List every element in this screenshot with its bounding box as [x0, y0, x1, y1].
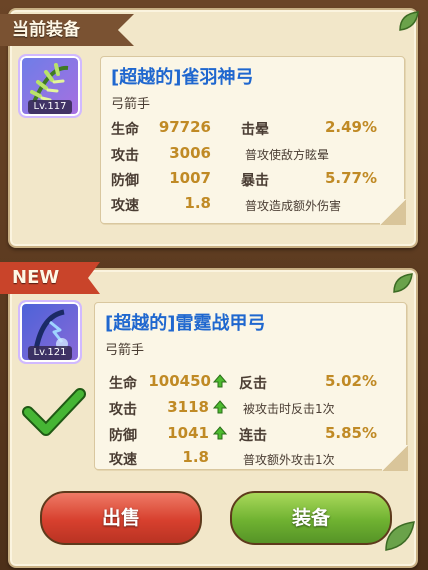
- stat-label-speed: 攻速: [109, 452, 137, 468]
- effect-desc-counter: 被攻击时反击1次: [243, 402, 335, 416]
- page-curl: [380, 199, 406, 225]
- new-equipment-ribbon: NEW: [0, 262, 100, 294]
- stat-value-hp: 100450: [148, 372, 211, 390]
- new-item-class: 弓箭手: [105, 343, 145, 358]
- effect-value-stun: 2.49%: [324, 118, 377, 136]
- stat-label-defense: 防御: [111, 173, 139, 189]
- sell-button[interactable]: 出售: [40, 491, 202, 545]
- effect-value-combo: 5.85%: [324, 424, 377, 442]
- stat-value-hp: 97726: [158, 118, 211, 136]
- effect-value-counter: 5.02%: [324, 372, 377, 390]
- effect-value-crit: 5.77%: [324, 169, 377, 187]
- checkmark-icon: [22, 388, 86, 436]
- effect-label-crit: 暴击: [241, 173, 269, 189]
- stat-label-hp: 生命: [109, 376, 137, 392]
- stat-value-speed: 1.8: [184, 194, 211, 212]
- stat-label-hp: 生命: [111, 122, 139, 138]
- new-item-icon[interactable]: Lv.121: [18, 300, 82, 364]
- current-item-name: [超越的]雀羽神弓: [111, 67, 254, 88]
- effect-label-combo: 连击: [239, 428, 267, 444]
- new-item-name: [超越的]雷霆战甲弓: [105, 313, 266, 334]
- stat-value-defense: 1007: [169, 169, 211, 187]
- current-item-card: [超越的]雀羽神弓 弓箭手 生命 97726 攻击 3006 防御 1007 攻…: [100, 56, 406, 225]
- stat-label-speed: 攻速: [111, 198, 139, 214]
- leaf-icon: [393, 273, 413, 293]
- current-item-icon[interactable]: Lv.117: [18, 54, 82, 118]
- effect-label-stun: 击晕: [241, 122, 269, 138]
- effect-label-counter: 反击: [239, 376, 267, 392]
- new-item-card: [超越的]雷霆战甲弓 弓箭手 生命 100450 攻击 3118 防御 1041…: [94, 302, 408, 471]
- page-curl: [382, 445, 408, 471]
- stat-value-attack: 3118: [167, 398, 209, 416]
- effect-desc-crit: 普攻造成额外伤害: [245, 199, 342, 213]
- stat-label-attack: 攻击: [109, 402, 137, 418]
- green-arrow-up-icon: [213, 374, 227, 388]
- stat-value-defense: 1041: [167, 424, 209, 442]
- stat-value-speed: 1.8: [182, 448, 209, 466]
- leaf-icon: [385, 521, 415, 551]
- new-item-level: Lv.121: [28, 346, 72, 360]
- equip-button[interactable]: 装备: [230, 491, 392, 545]
- effect-desc-combo: 普攻额外攻击1次: [243, 453, 335, 467]
- green-arrow-up-icon: [213, 426, 227, 440]
- stat-value-attack: 3006: [169, 144, 211, 162]
- current-equipment-ribbon: 当前装备: [0, 14, 134, 46]
- stat-label-defense: 防御: [109, 428, 137, 444]
- current-item-class: 弓箭手: [111, 97, 151, 112]
- green-arrow-up-icon: [213, 400, 227, 414]
- stat-label-attack: 攻击: [111, 148, 139, 164]
- leaf-icon: [399, 11, 419, 31]
- current-item-level: Lv.117: [28, 100, 72, 114]
- effect-desc-stun: 普攻使敌方眩晕: [245, 148, 330, 162]
